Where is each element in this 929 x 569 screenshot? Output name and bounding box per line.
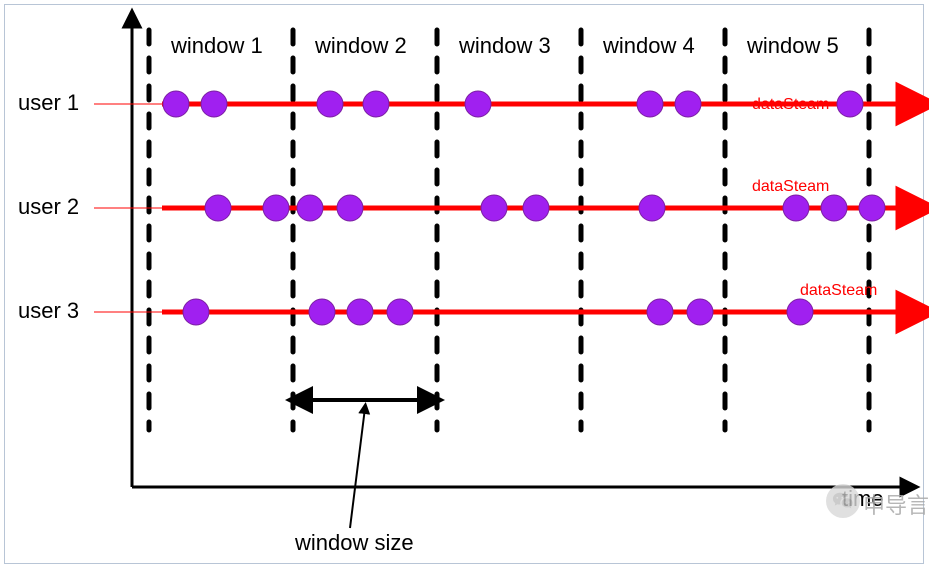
datastream-label-1: dataSteam xyxy=(752,96,829,114)
watermark-text: 申导言 xyxy=(863,488,929,520)
datastream-label-3: dataSteam xyxy=(800,282,877,300)
window-label-5: window 5 xyxy=(747,33,839,59)
datastream-label-2: dataSteam xyxy=(752,178,829,196)
diagram-svg xyxy=(0,0,929,569)
window-size-label: window size xyxy=(295,530,414,556)
window-label-3: window 3 xyxy=(459,33,551,59)
wechat-icon xyxy=(826,484,860,518)
wechat-icon-svg xyxy=(832,490,854,512)
window-label-1: window 1 xyxy=(171,33,263,59)
window-label-2: window 2 xyxy=(315,33,407,59)
user-label-1: user 1 xyxy=(18,90,79,116)
window-label-4: window 4 xyxy=(603,33,695,59)
user-label-3: user 3 xyxy=(18,298,79,324)
user-label-2: user 2 xyxy=(18,194,79,220)
